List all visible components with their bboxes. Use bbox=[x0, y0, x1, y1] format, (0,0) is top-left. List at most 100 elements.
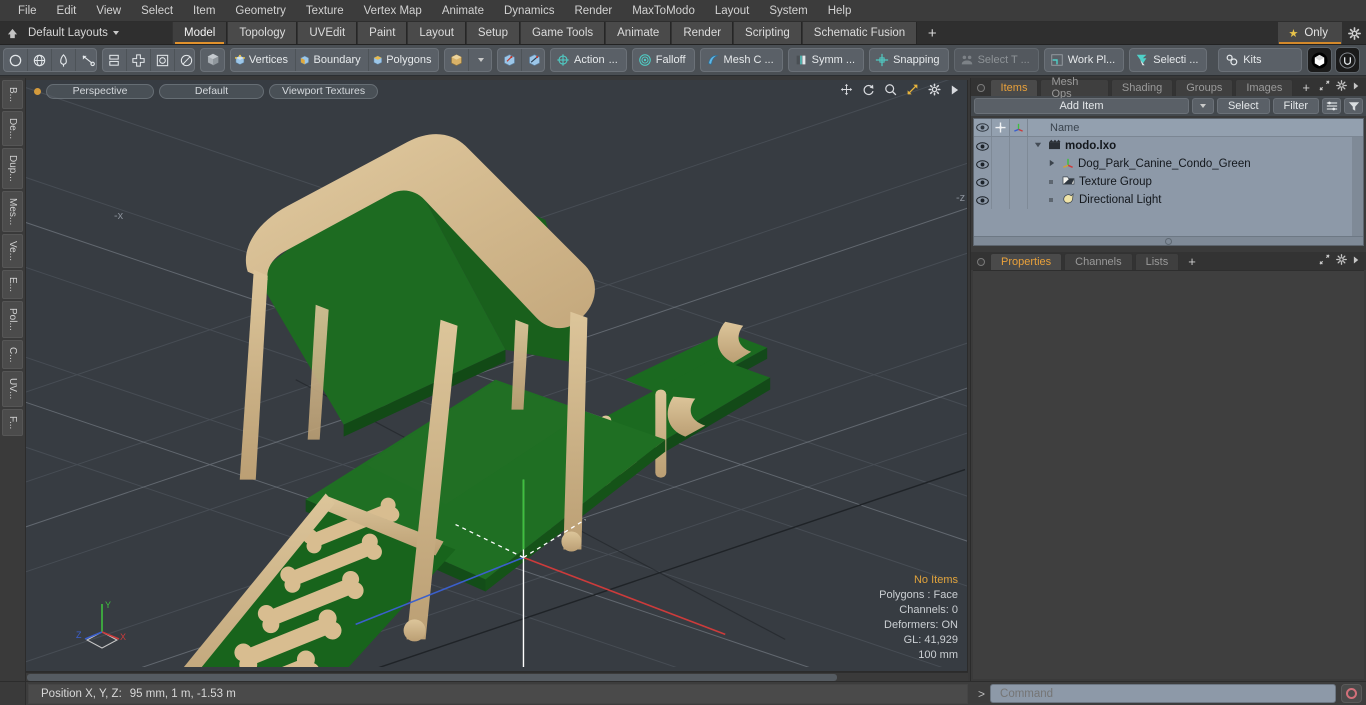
expander-expanded-icon[interactable] bbox=[1034, 140, 1044, 152]
menu-item-dynamics[interactable]: Dynamics bbox=[494, 1, 564, 21]
tab-scripting[interactable]: Scripting bbox=[733, 22, 802, 44]
item-tree-resize-handle[interactable] bbox=[974, 236, 1363, 245]
eye-icon[interactable] bbox=[974, 173, 992, 191]
expander-collapsed-icon[interactable] bbox=[1048, 158, 1058, 170]
menu-item-geometry[interactable]: Geometry bbox=[225, 1, 296, 21]
selection-mode-vertices[interactable]: Vertices bbox=[231, 49, 297, 71]
chevron-right-icon[interactable] bbox=[1353, 255, 1360, 268]
falloff-button[interactable]: Falloff bbox=[631, 48, 695, 72]
panel-menu-dot[interactable] bbox=[977, 258, 985, 266]
chevron-right-icon[interactable] bbox=[1353, 81, 1360, 94]
table-row[interactable]: Directional Light bbox=[974, 191, 1363, 209]
menu-item-maxtomodo[interactable]: MaxToModo bbox=[622, 1, 705, 21]
funnel-icon[interactable] bbox=[1344, 98, 1363, 114]
symmetry-button[interactable]: Symm ... bbox=[787, 48, 865, 72]
add-panel-tab-button[interactable]: + bbox=[1295, 79, 1317, 96]
item-tree[interactable]: Name modo.lxo Dog_Park_Canine_Condo_Gree… bbox=[973, 118, 1364, 246]
lock-cell[interactable] bbox=[992, 137, 1010, 155]
item-mode-dropdown[interactable] bbox=[469, 49, 491, 71]
menu-item-select[interactable]: Select bbox=[131, 1, 183, 21]
menu-item-vertex-map[interactable]: Vertex Map bbox=[354, 1, 432, 21]
cube-solid-icon[interactable] bbox=[201, 49, 224, 71]
eye-icon[interactable] bbox=[974, 191, 992, 209]
list-options-icon[interactable] bbox=[1322, 98, 1341, 114]
tab-schematic-fusion[interactable]: Schematic Fusion bbox=[801, 22, 918, 44]
tab-paint[interactable]: Paint bbox=[357, 22, 408, 44]
tab-uvedit[interactable]: UVEdit bbox=[297, 22, 358, 44]
menu-item-layout[interactable]: Layout bbox=[705, 1, 760, 21]
tab-items[interactable]: Items bbox=[989, 79, 1039, 96]
tab-layout[interactable]: Layout bbox=[407, 22, 466, 44]
selection-sets-button[interactable]: Selecti ... bbox=[1129, 48, 1208, 72]
tab-render[interactable]: Render bbox=[671, 22, 734, 44]
vtab-uv[interactable]: UV... bbox=[2, 371, 23, 407]
unreal-icon[interactable] bbox=[1335, 47, 1360, 73]
tab-channels[interactable]: Channels bbox=[1064, 253, 1133, 270]
vtab-duplicate[interactable]: Dup... bbox=[2, 148, 23, 189]
eye-icon[interactable] bbox=[974, 155, 992, 173]
select-button[interactable]: Select bbox=[1216, 98, 1270, 114]
add-properties-tab-button[interactable]: + bbox=[1181, 253, 1203, 270]
item-cube-icon[interactable] bbox=[445, 49, 470, 71]
add-item-button[interactable]: Add Item bbox=[974, 98, 1189, 114]
action-center-button[interactable]: Action ... bbox=[550, 48, 627, 72]
menu-item-item[interactable]: Item bbox=[183, 1, 225, 21]
add-icon[interactable] bbox=[127, 49, 151, 71]
select-through-button[interactable]: Select T ... bbox=[953, 48, 1039, 72]
menu-item-animate[interactable]: Animate bbox=[432, 1, 494, 21]
menu-item-texture[interactable]: Texture bbox=[296, 1, 354, 21]
kits-button[interactable]: Kits bbox=[1218, 48, 1303, 72]
panel-menu-dot[interactable] bbox=[977, 84, 985, 92]
gear-icon[interactable] bbox=[928, 83, 941, 96]
axis-cell[interactable] bbox=[1010, 155, 1028, 173]
mesh-constraint-button[interactable]: Mesh C ... bbox=[699, 48, 783, 72]
snapping-button[interactable]: Snapping bbox=[869, 48, 949, 72]
tab-model[interactable]: Model bbox=[172, 22, 228, 44]
perspective-viewport[interactable]: -x -z Perspective Default Viewport Textu… bbox=[26, 80, 968, 672]
filter-button[interactable]: Filter bbox=[1272, 98, 1319, 114]
rotate-icon[interactable] bbox=[862, 83, 875, 96]
center-icon[interactable] bbox=[151, 49, 175, 71]
viewport-shading-selector[interactable]: Default bbox=[159, 83, 264, 99]
curve-icon[interactable] bbox=[76, 49, 96, 71]
gear-icon[interactable] bbox=[1336, 80, 1347, 94]
axis-cell[interactable] bbox=[1010, 173, 1028, 191]
modo-icon[interactable] bbox=[1307, 47, 1333, 73]
work-plane-button[interactable]: Work Pl... bbox=[1043, 48, 1125, 72]
menu-item-render[interactable]: Render bbox=[564, 1, 622, 21]
home-icon[interactable] bbox=[0, 22, 24, 44]
add-layout-tab-button[interactable]: + bbox=[917, 22, 948, 44]
mirror-icon[interactable] bbox=[103, 49, 127, 71]
tab-shading[interactable]: Shading bbox=[1110, 79, 1174, 96]
vtab-curve[interactable]: C... bbox=[2, 339, 23, 370]
scrollbar-thumb[interactable] bbox=[27, 673, 838, 681]
vtab-mesh-edit[interactable]: Mes... bbox=[2, 190, 23, 233]
tab-lists[interactable]: Lists bbox=[1134, 253, 1180, 270]
lock-cell[interactable] bbox=[992, 155, 1010, 173]
table-row[interactable]: Dog_Park_Canine_Condo_Green bbox=[974, 155, 1363, 173]
expand-icon[interactable] bbox=[1319, 80, 1330, 94]
selection-mode-polygons[interactable]: Polygons bbox=[369, 49, 439, 71]
ellipse-icon[interactable] bbox=[175, 49, 195, 71]
only-toggle-button[interactable]: ★ Only bbox=[1278, 22, 1342, 44]
menu-item-edit[interactable]: Edit bbox=[47, 1, 87, 21]
vtab-fusion[interactable]: F... bbox=[2, 408, 23, 437]
item-tree-vertical-scrollbar[interactable] bbox=[1352, 137, 1363, 236]
vtab-basic[interactable]: B... bbox=[2, 80, 23, 110]
table-row[interactable]: Texture Group bbox=[974, 173, 1363, 191]
menu-item-view[interactable]: View bbox=[86, 1, 131, 21]
paint-a-icon[interactable] bbox=[498, 49, 523, 71]
tab-images[interactable]: Images bbox=[1235, 79, 1294, 96]
gear-icon[interactable] bbox=[1336, 254, 1347, 268]
viewport-horizontal-scrollbar[interactable] bbox=[26, 672, 968, 681]
axis-cell[interactable] bbox=[1010, 137, 1028, 155]
viewport-textures-selector[interactable]: Viewport Textures bbox=[269, 83, 379, 99]
fit-icon[interactable] bbox=[906, 83, 919, 96]
layout-selector[interactable]: Default Layouts bbox=[24, 22, 172, 44]
menu-item-help[interactable]: Help bbox=[818, 1, 862, 21]
expand-icon[interactable] bbox=[1319, 254, 1330, 268]
tab-animate[interactable]: Animate bbox=[605, 22, 672, 44]
gear-icon[interactable] bbox=[1342, 22, 1366, 44]
viewport-projection-selector[interactable]: Perspective bbox=[46, 83, 154, 99]
play-icon[interactable] bbox=[950, 84, 959, 96]
